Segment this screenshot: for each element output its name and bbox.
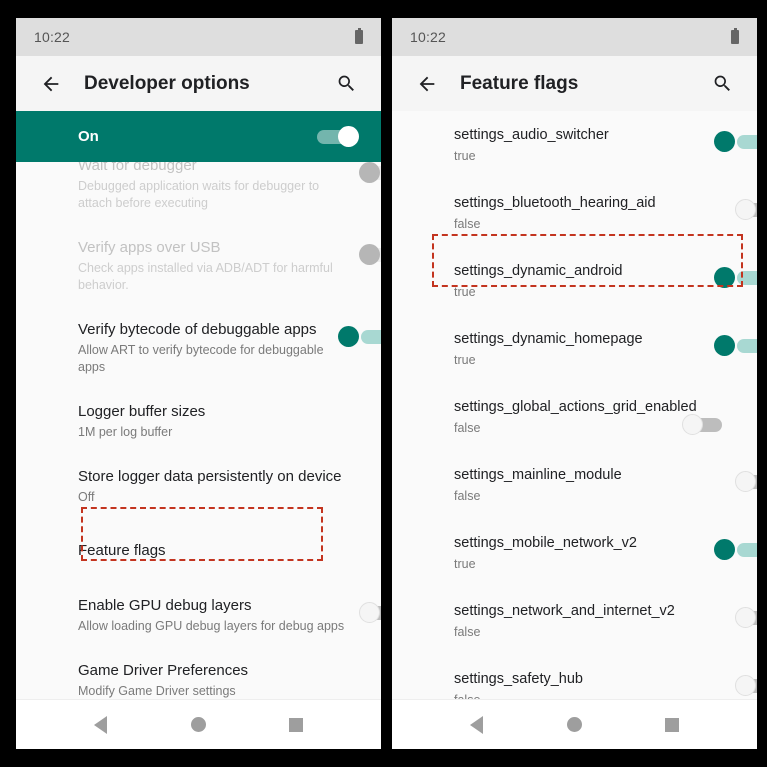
arrow-back-icon[interactable] [408, 65, 446, 103]
status-bar-clock: 10:22 [34, 29, 71, 45]
list-item-subtitle: Allow ART to verify bytecode for debugga… [78, 343, 324, 374]
master-switch-toggle[interactable] [315, 125, 359, 148]
flag-value: false [454, 489, 481, 503]
flag-name: settings_mobile_network_v2 [454, 535, 637, 551]
flag-row[interactable]: settings_safety_hub false [392, 655, 757, 699]
flag-name: settings_network_and_internet_v2 [454, 603, 675, 619]
flag-row-dynamic-android[interactable]: settings_dynamic_android true [392, 247, 757, 315]
list-item[interactable]: Enable GPU debug layers Allow loading GP… [16, 583, 381, 648]
flag-row[interactable]: settings_audio_switcher true [392, 111, 757, 179]
flag-name: settings_audio_switcher [454, 127, 609, 143]
list-item-title: Wait for debugger [78, 162, 197, 174]
developer-options-screen: 10:22 Developer options On Wait for debu… [16, 18, 381, 749]
status-bar: 10:22 [392, 18, 757, 56]
flag-row[interactable]: settings_mobile_network_v2 true [392, 519, 757, 587]
system-navigation-bar [16, 699, 381, 749]
flag-row[interactable]: settings_mainline_module false [392, 451, 757, 519]
nav-back-icon[interactable] [71, 700, 131, 750]
nav-back-icon[interactable] [447, 700, 507, 750]
nav-home-icon[interactable] [544, 700, 604, 750]
list-item[interactable]: Store logger data persistently on device… [16, 454, 381, 519]
flag-value: false [454, 625, 481, 639]
developer-options-master-switch-row[interactable]: On [16, 111, 381, 162]
list-item-title: Enable GPU debug layers [78, 597, 252, 614]
list-item-title: Logger buffer sizes [78, 403, 206, 420]
flag-row[interactable]: settings_bluetooth_hearing_aid false [392, 179, 757, 247]
list-item-title: Feature flags [78, 542, 166, 559]
feature-flags-screen: 10:22 Feature flags settings_audio_switc… [392, 18, 757, 749]
flag-value: false [454, 421, 481, 435]
flag-row[interactable]: settings_network_and_internet_v2 false [392, 587, 757, 655]
arrow-back-icon[interactable] [32, 65, 70, 103]
flag-name: settings_bluetooth_hearing_aid [454, 195, 656, 211]
flag-value: true [454, 557, 476, 571]
flag-name: settings_safety_hub [454, 671, 583, 687]
list-item-title: Store logger data persistently on device [78, 468, 342, 485]
list-item-subtitle: Check apps installed via ADB/ADT for har… [78, 261, 333, 292]
status-bar-clock: 10:22 [410, 29, 447, 45]
list-item-subtitle: 1M per log buffer [78, 425, 173, 439]
list-item-subtitle: Modify Game Driver settings [78, 684, 236, 698]
flag-value: true [454, 353, 476, 367]
status-bar-icons [355, 28, 363, 44]
page-title: Feature flags [460, 72, 579, 94]
app-bar: Feature flags [392, 56, 757, 111]
search-icon[interactable] [327, 65, 365, 103]
list-item-title: Game Driver Preferences [78, 662, 249, 679]
list-item[interactable]: Logger buffer sizes 1M per log buffer [16, 389, 381, 454]
list-item-subtitle: Off [78, 490, 95, 504]
page-title: Developer options [84, 72, 250, 94]
nav-recents-icon[interactable] [642, 700, 702, 750]
master-switch-label: On [78, 128, 99, 145]
flag-value: false [454, 692, 723, 699]
screenshot-stage: 10:22 Developer options On Wait for debu… [0, 0, 767, 767]
search-icon[interactable] [703, 65, 741, 103]
list-item[interactable]: Wait for debugger Debugged application w… [16, 162, 381, 225]
list-item-title: Verify apps over USB [78, 239, 221, 256]
nav-home-icon[interactable] [168, 700, 228, 750]
flag-name: settings_global_actions_grid_enabled [454, 399, 697, 415]
list-item[interactable]: Verify bytecode of debuggable apps Allow… [16, 307, 381, 389]
flag-value: false [454, 217, 481, 231]
nav-recents-icon[interactable] [266, 700, 326, 750]
list-item-feature-flags[interactable]: Feature flags [16, 519, 381, 583]
battery-icon [731, 28, 739, 44]
flag-value: true [454, 149, 476, 163]
developer-options-list[interactable]: Wait for debugger Debugged application w… [16, 162, 381, 699]
flag-name: settings_dynamic_homepage [454, 331, 643, 347]
flag-row[interactable]: settings_dynamic_homepage true [392, 315, 757, 383]
status-bar: 10:22 [16, 18, 381, 56]
status-bar-icons [731, 28, 739, 44]
feature-flags-list[interactable]: settings_audio_switcher true settings_bl… [392, 111, 757, 699]
app-bar: Developer options [16, 56, 381, 111]
flag-value: true [454, 285, 476, 299]
battery-icon [355, 28, 363, 44]
flag-name: settings_dynamic_android [454, 263, 623, 279]
system-navigation-bar [392, 699, 757, 749]
list-item[interactable]: Verify apps over USB Check apps installe… [16, 225, 381, 307]
list-item-subtitle: Allow loading GPU debug layers for debug… [78, 619, 345, 633]
list-item-subtitle: Debugged application waits for debugger … [78, 179, 320, 210]
flag-row[interactable]: settings_global_actions_grid_enabled fal… [392, 383, 757, 451]
flag-name: settings_mainline_module [454, 467, 622, 483]
list-item-title: Verify bytecode of debuggable apps [78, 321, 317, 338]
list-item[interactable]: Game Driver Preferences Modify Game Driv… [16, 648, 381, 699]
